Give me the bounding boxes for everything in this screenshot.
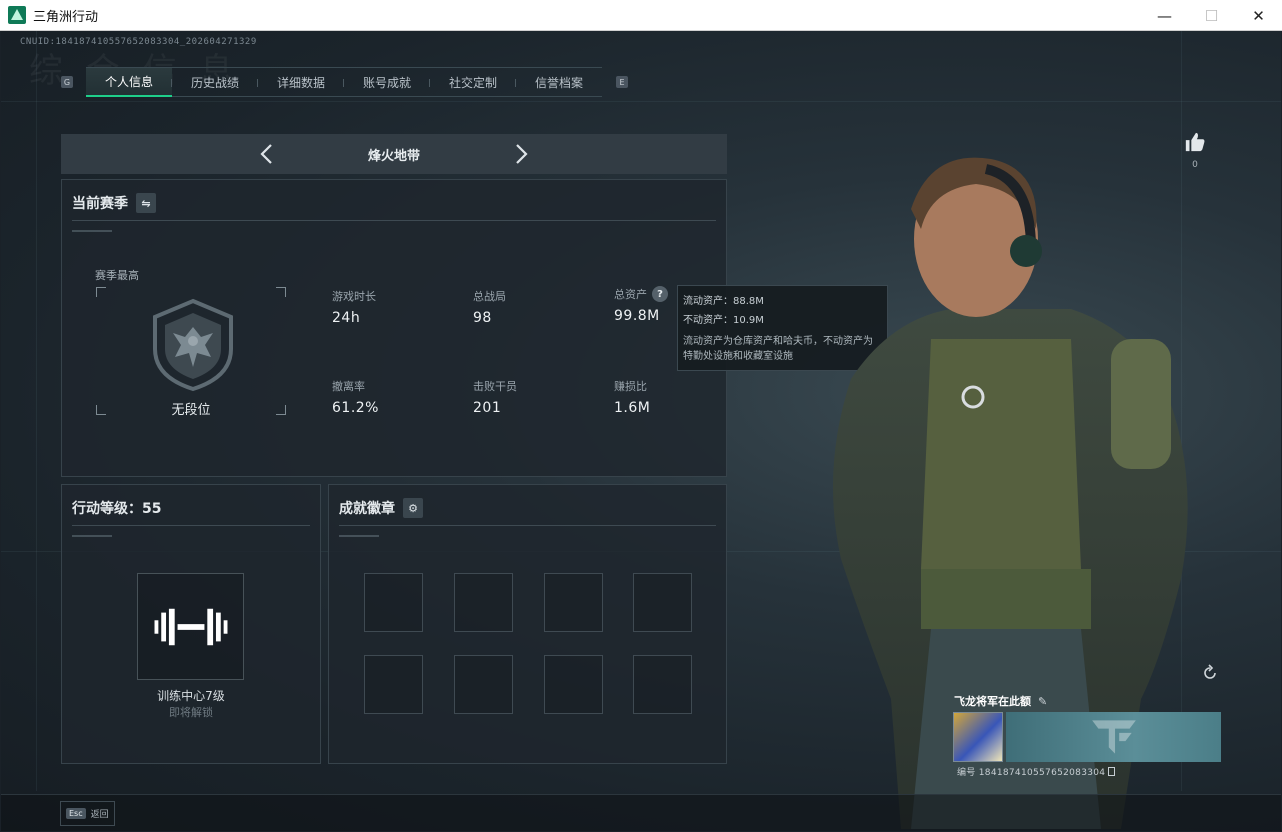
bg-grid-line [1,101,1281,102]
badge-slot[interactable] [544,573,603,632]
player-banner[interactable] [1006,712,1221,762]
maximize-button[interactable]: ☐ [1188,0,1235,31]
stat-extract-rate: 撤离率 61.2% [332,380,379,416]
badges-title: 成就徽章 [339,501,395,517]
switch-season-icon[interactable]: ⇋ [136,193,156,213]
chevron-right-icon[interactable] [509,142,533,166]
esc-key-badge: Esc [66,808,86,819]
window-title: 三角洲行动 [33,9,99,25]
decorative-micro-text [72,230,112,232]
level-title: 行动等级：55 [72,501,162,517]
badge-slot[interactable] [633,573,692,632]
mode-selector: 烽火地带 [61,134,727,174]
stat-play-time: 游戏时长 24h [332,290,376,326]
player-avatar[interactable] [953,712,1003,762]
game-viewport: 综 合 信 息 CNUID:184187410557652083304_2026… [1,31,1281,831]
close-button[interactable]: ✕ [1235,0,1282,31]
player-id: 编号 184187410557652083304 [957,768,1106,778]
player-name: 飞龙将军在此额 [954,695,1031,708]
prev-tab-key[interactable]: G [61,76,73,88]
divider [72,525,310,526]
footer-bar: Esc 返回 [1,794,1281,831]
tab-bar: G 个人信息 历史战绩 详细数据 账号成就 社交定制 信誉档案 E [61,67,628,97]
back-label: 返回 [90,810,109,820]
badge-slot[interactable] [454,573,513,632]
minimize-button[interactable]: — [1141,0,1188,31]
rank-name: 无段位 [171,403,211,418]
rank-frame: 无段位 [96,287,286,418]
badge-slot[interactable] [364,655,423,714]
season-panel: 当前赛季 ⇋ 赛季最高 无段位 游戏时长 24h 总战局 98 总资产? 99.… [61,179,727,477]
tab-detailed-data[interactable]: 详细数据 [258,68,344,97]
help-icon[interactable]: ? [652,286,668,302]
window-titlebar: 三角洲行动 — ☐ ✕ [0,0,1282,31]
divider [72,220,716,221]
tab-reputation[interactable]: 信誉档案 [516,68,602,97]
back-button[interactable]: Esc 返回 [60,801,115,826]
stat-profit-loss: 赚损比 1.6M [614,380,651,416]
divider [339,525,716,526]
badges-panel: 成就徽章 ⚙ [328,484,727,764]
eagle-rank-icon [153,298,233,392]
tab-social[interactable]: 社交定制 [430,68,516,97]
facility-name: 训练中心7级 [157,689,225,703]
tab-history[interactable]: 历史战绩 [172,68,258,97]
copy-icon[interactable] [1108,767,1116,776]
season-peak-label: 赛季最高 [95,269,139,282]
delta-logo-icon [1091,720,1136,754]
badge-slot[interactable] [544,655,603,714]
gear-icon[interactable]: ⚙ [403,498,423,518]
next-tab-key[interactable]: E [616,76,628,88]
badge-slot[interactable] [633,655,692,714]
badge-slot[interactable] [454,655,513,714]
stat-total-matches: 总战局 98 [473,290,506,326]
stat-kills: 击败干员 201 [473,380,517,416]
chevron-left-icon[interactable] [255,142,279,166]
dumbbell-icon [154,608,227,645]
decorative-micro-text [72,535,112,537]
refresh-icon[interactable] [1201,664,1219,682]
uid-text: CNUID:184187410557652083304_202604271329 [20,37,257,47]
season-title: 当前赛季 [72,196,128,212]
facility-status: 即将解锁 [169,706,213,719]
decorative-micro-text [339,535,379,537]
bg-grid-line [36,31,37,791]
app-logo-icon [8,6,26,24]
tab-personal-info[interactable]: 个人信息 [86,68,172,97]
level-panel: 行动等级：55 训练中心7级 即将解锁 [61,484,321,764]
mode-title: 烽火地带 [367,148,420,164]
training-center-card[interactable] [137,573,244,680]
tab-achievements[interactable]: 账号成就 [344,68,430,97]
badge-slot[interactable] [364,573,423,632]
edit-pencil-icon[interactable]: ✎ [1038,695,1047,708]
